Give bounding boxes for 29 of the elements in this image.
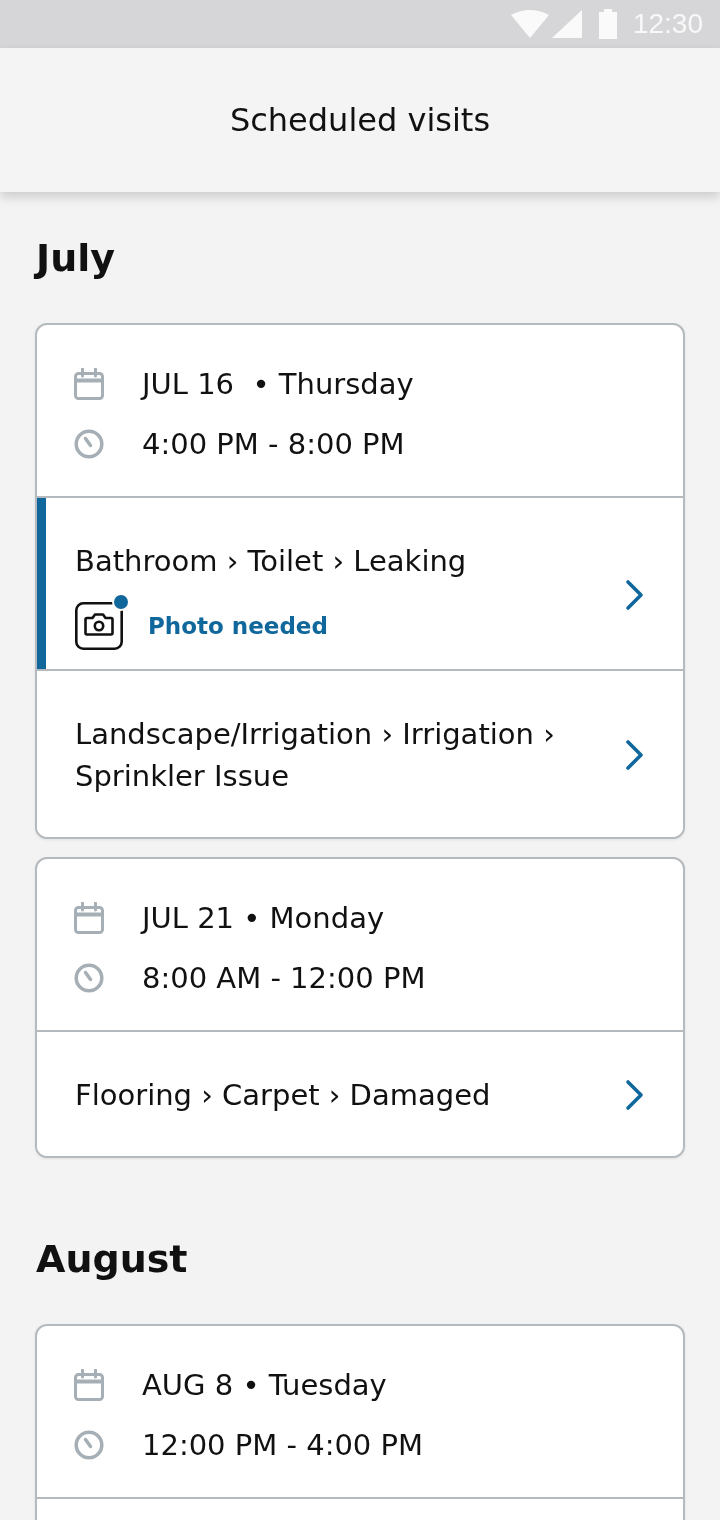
camera-icon [75,602,123,650]
visit-date: AUG 8 • Tuesday [142,1367,387,1404]
issue-path: Bathroom › Toilet › Leaking [75,543,467,580]
wifi-icon [510,10,549,38]
chevron-right-icon [625,739,645,771]
photo-needed-label: Photo needed [148,612,328,641]
issue-path: Flooring › Carpet › Damaged [75,1077,491,1114]
visit-time-range: 12:00 PM - 4:00 PM [142,1427,424,1464]
signal-icon [551,10,582,38]
chevron-right-icon [625,579,645,611]
calendar-icon [74,902,104,934]
calendar-icon [74,1369,104,1401]
clock-icon [74,963,104,993]
screen-title: Scheduled visits [229,100,491,140]
clock-icon [74,429,104,459]
chevron-right-icon [625,1079,645,1111]
visit-date: JUL 21 • Monday [142,900,385,937]
month-heading: July [36,235,116,281]
issue-list-item[interactable]: Landscape/Irrigation › Irrigation › Sprinkler Issue [37,669,683,837]
month-heading: August [36,1236,189,1282]
issue-list-item[interactable]: Flooring › Carpet › Damaged [37,1032,683,1156]
issue-path: Landscape/Irrigation › Irrigation › Sprinkler Issue [75,716,556,795]
issue-list-item[interactable]: Bathroom › Toilet › Leaking Photo needed [37,498,683,669]
visit-time-range: 8:00 AM - 12:00 PM [142,960,426,997]
battery-icon [598,9,617,39]
clock-icon [74,1430,104,1460]
calendar-icon [74,368,104,400]
visit-date: JUL 16 • Thursday [142,366,414,403]
visit-time-range: 4:00 PM - 8:00 PM [142,426,405,463]
